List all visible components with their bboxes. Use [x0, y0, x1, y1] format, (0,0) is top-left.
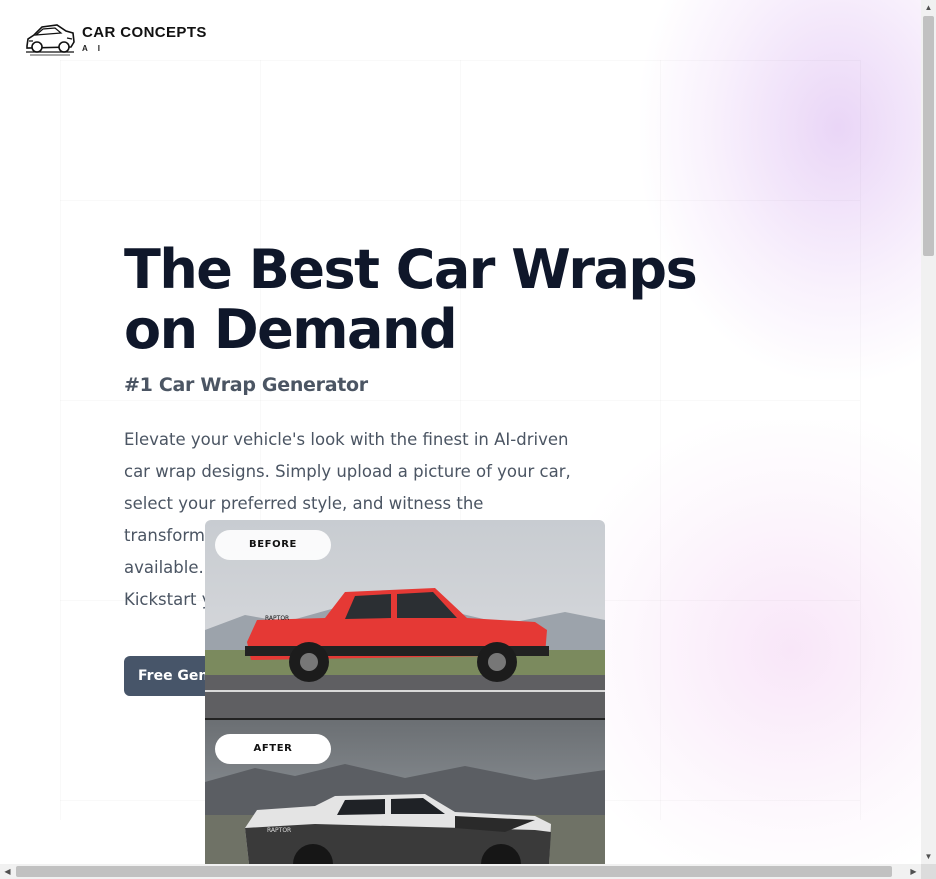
brand-logo[interactable]: CAR CONCEPTS A I [24, 20, 207, 58]
after-badge: RAPTOR [267, 827, 291, 834]
horizontal-scroll-thumb[interactable] [16, 866, 892, 877]
hero-subtitle: #1 Car Wrap Generator [124, 374, 368, 396]
page: CAR CONCEPTS A I The Best Car Wraps on D… [0, 0, 921, 864]
before-after-comparison: RAPTOR BEFORE RAPTOR AFTER [205, 520, 605, 864]
hero-title: The Best Car Wraps on Demand [124, 240, 744, 360]
before-image: RAPTOR BEFORE [205, 520, 605, 720]
vertical-scroll-thumb[interactable] [923, 16, 934, 256]
scrollbar-corner [921, 864, 936, 879]
scroll-down-icon[interactable]: ▼ [921, 849, 936, 864]
before-badge: RAPTOR [265, 615, 289, 622]
hero-title-line1: The Best Car Wraps [124, 238, 698, 301]
scroll-left-icon[interactable]: ◀ [0, 864, 15, 879]
brand-subtitle: A I [82, 44, 104, 53]
after-label: AFTER [215, 734, 331, 764]
scroll-right-icon[interactable]: ▶ [906, 864, 921, 879]
car-outline-icon [26, 24, 75, 56]
brand-name: CAR CONCEPTS [82, 24, 207, 41]
scroll-up-icon[interactable]: ▲ [921, 0, 936, 15]
after-image: RAPTOR AFTER [205, 720, 605, 864]
vertical-scrollbar[interactable]: ▲ ▼ [921, 0, 936, 864]
horizontal-scrollbar[interactable]: ◀ ▶ [0, 864, 921, 879]
before-label: BEFORE [215, 530, 331, 560]
hero-title-line2: on Demand [124, 298, 458, 361]
